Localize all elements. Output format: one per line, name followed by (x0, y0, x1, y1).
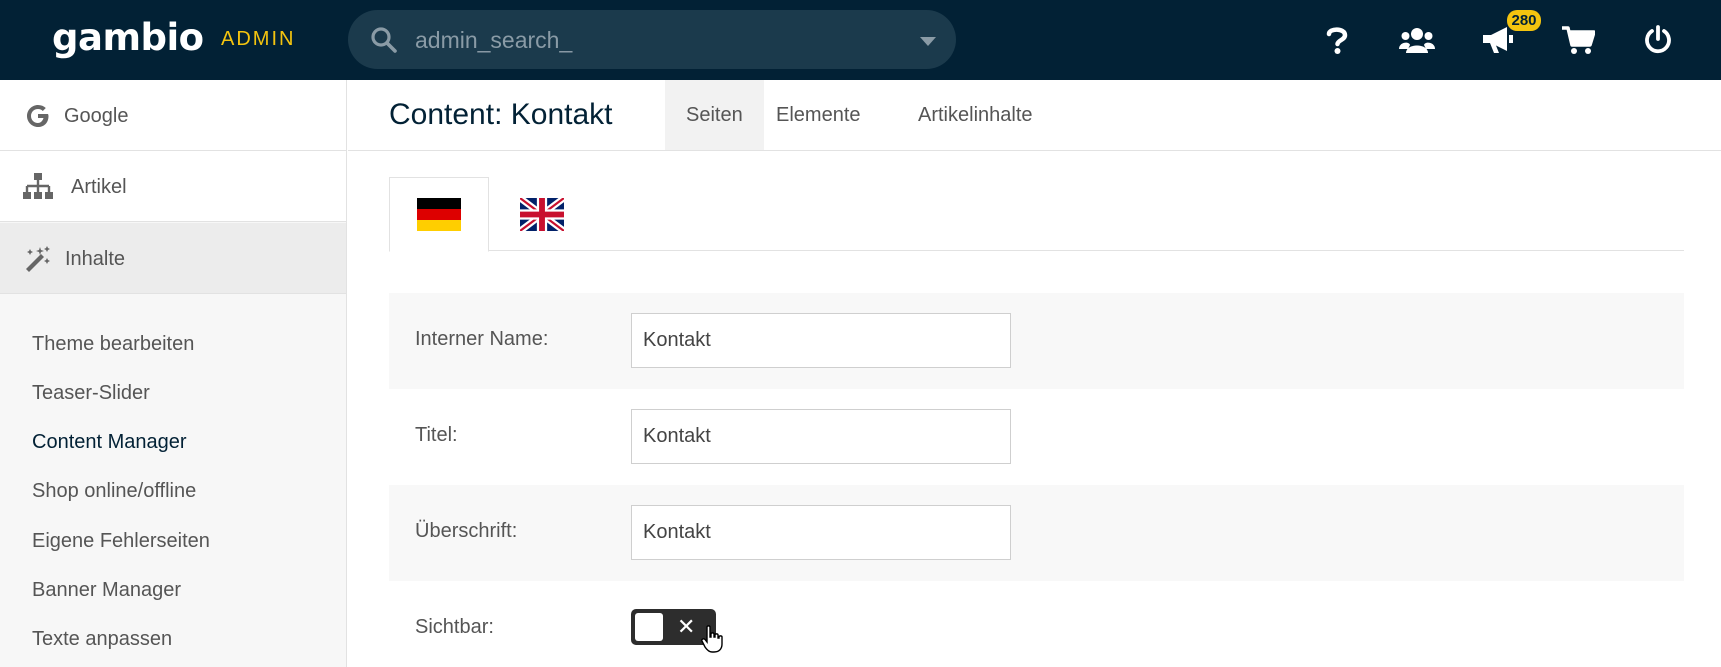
power-icon[interactable] (1638, 20, 1678, 60)
sidebar-item-inhalte[interactable]: Inhalte (0, 223, 346, 294)
google-icon (22, 100, 54, 132)
sitemap-icon (22, 171, 54, 203)
tab-seiten[interactable]: Seiten (665, 80, 764, 150)
close-icon: ✕ (677, 614, 696, 639)
sidebar-subitem-shop-online-offline[interactable]: Shop online/offline (32, 479, 196, 503)
sidebar-subitem-content-manager[interactable]: Content Manager (32, 430, 187, 454)
page-title: Content: Kontakt (389, 98, 613, 131)
search-icon (371, 27, 397, 53)
form-row-internal-name: Interner Name: (389, 293, 1684, 389)
users-icon[interactable] (1397, 20, 1437, 60)
sidebar-item-label: Inhalte (65, 248, 126, 270)
tab-artikelinhalte[interactable]: Artikelinhalte (897, 80, 1054, 150)
internal-name-label: Interner Name: (415, 328, 549, 350)
internal-name-input[interactable] (631, 313, 1011, 368)
language-tabs (389, 177, 1684, 252)
sidebar-subitem-eigene-fehlerseiten[interactable]: Eigene Fehlerseiten (32, 529, 210, 553)
tab-language-german[interactable] (389, 177, 489, 252)
sidebar-item-label: Artikel (71, 176, 127, 198)
tab-elemente[interactable]: Elemente (755, 80, 882, 150)
heading-input[interactable] (631, 505, 1011, 560)
visible-label: Sichtbar: (415, 616, 494, 638)
form-row-visible: Sichtbar: ✕ (389, 581, 1684, 667)
toggle-knob (635, 613, 663, 641)
tab-language-english[interactable] (492, 177, 592, 251)
sidebar-subitem-teaser-slider[interactable]: Teaser-Slider (32, 381, 150, 405)
sidebar-subitem-banner-manager[interactable]: Banner Manager (32, 578, 181, 602)
sidebar-item-label: Google (64, 105, 129, 127)
sidebar-subitem-theme-bearbeiten[interactable]: Theme bearbeiten (32, 332, 194, 356)
help-icon[interactable] (1317, 20, 1357, 60)
form-row-heading: Überschrift: (389, 485, 1684, 581)
admin-label: ADMIN (221, 28, 296, 50)
admin-search[interactable]: admin_search_ (348, 10, 956, 69)
title-label: Titel: (415, 424, 458, 446)
main-content: Content: Kontakt Seiten Elemente Artikel… (348, 80, 1721, 667)
cart-icon[interactable] (1558, 20, 1598, 60)
sidebar: Google Artikel Inhalte Theme bearbeiten … (0, 80, 347, 667)
top-bar: gambio ADMIN admin_search_ 280 (0, 0, 1721, 80)
sidebar-item-artikel[interactable]: Artikel (0, 151, 346, 222)
form-row-title: Titel: (389, 389, 1684, 485)
german-flag-icon (417, 198, 461, 231)
hand-cursor-icon (701, 625, 723, 653)
magic-wand-icon (22, 243, 54, 275)
chevron-down-icon[interactable] (920, 37, 936, 46)
sidebar-item-google[interactable]: Google (0, 80, 346, 151)
gambio-logo[interactable]: gambio (52, 16, 204, 60)
title-input[interactable] (631, 409, 1011, 464)
search-input[interactable]: admin_search_ (415, 27, 572, 53)
page-header: Content: Kontakt Seiten Elemente Artikel… (348, 80, 1721, 151)
uk-flag-icon (520, 197, 564, 231)
notification-badge: 280 (1507, 10, 1541, 31)
sidebar-subitem-texte-anpassen[interactable]: Texte anpassen (32, 627, 172, 651)
heading-label: Überschrift: (415, 520, 518, 542)
